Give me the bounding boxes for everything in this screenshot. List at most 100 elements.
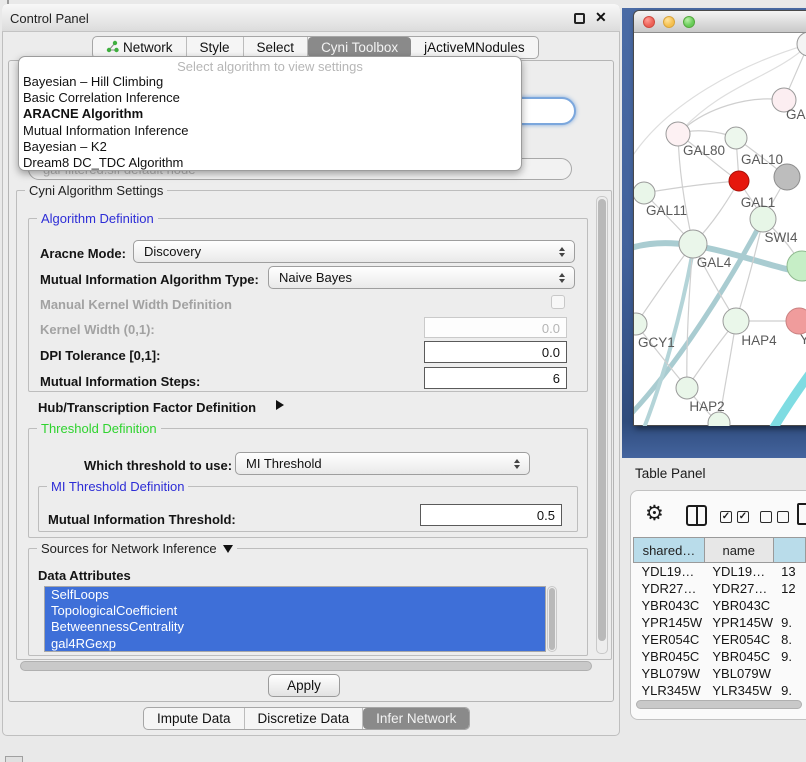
table-cell[interactable]: YER054C [634, 631, 705, 648]
mi-steps-field[interactable]: 6 [424, 367, 567, 389]
table-cell[interactable]: 8. [773, 631, 805, 648]
tab-network[interactable]: Network [93, 37, 187, 58]
table-row[interactable]: YPR145WYPR145W9. [634, 614, 806, 631]
float-window-icon[interactable] [574, 13, 585, 24]
unchecked-checkbox-icon[interactable] [760, 511, 772, 523]
network-node[interactable] [708, 412, 730, 426]
algorithm-option[interactable]: Basic Correlation Inference [19, 90, 521, 106]
table-row[interactable]: YLR345WYLR345W9. [634, 682, 806, 699]
mi-threshold-field[interactable]: 0.5 [420, 504, 562, 526]
table-cell[interactable]: YBL079W [704, 665, 773, 682]
collapse-arrow-icon[interactable] [223, 545, 233, 553]
resize-grip-icon[interactable] [5, 756, 23, 762]
columns-icon[interactable] [686, 505, 707, 526]
table-cell[interactable]: 9. [773, 682, 805, 699]
network-node[interactable] [729, 171, 749, 191]
network-node[interactable] [676, 377, 698, 399]
algorithm-option[interactable]: ARACNE Algorithm [19, 106, 521, 122]
close-traffic-light-icon[interactable] [643, 16, 655, 28]
network-node[interactable] [787, 251, 806, 281]
table-cell[interactable] [773, 597, 805, 614]
settings-vertical-scrollbar[interactable] [596, 196, 608, 654]
which-threshold-select[interactable]: MI Threshold [235, 452, 530, 475]
tab-select[interactable]: Select [244, 37, 309, 58]
close-icon[interactable]: ✕ [595, 9, 607, 26]
network-canvas[interactable]: GALGAL80GAL10GAL11GAL1SWI4GAL4GCY1HAP4YH… [634, 33, 806, 426]
expand-arrow-icon[interactable] [276, 400, 284, 410]
network-node[interactable] [634, 182, 655, 204]
tab-infer-network[interactable]: Infer Network [363, 708, 469, 729]
table-cell[interactable]: YLR345W [704, 682, 773, 699]
table-cell[interactable]: YDL19… [704, 563, 773, 580]
tab-cyni-toolbox[interactable]: Cyni Toolbox [308, 37, 411, 58]
table-row[interactable]: YDR27…YDR27…12 [634, 580, 806, 597]
table-row[interactable]: YDL19…YDL19…13 [634, 563, 806, 580]
column-header[interactable]: name [704, 538, 773, 563]
data-attributes-list[interactable]: SelfLoopsTopologicalCoefficientBetweenne… [44, 586, 546, 652]
table-cell[interactable]: YPR145W [634, 614, 705, 631]
apply-button[interactable]: Apply [268, 674, 340, 697]
network-node[interactable] [723, 308, 749, 334]
table-cell[interactable]: YDR27… [704, 580, 773, 597]
table-cell[interactable]: YBR043C [634, 597, 705, 614]
table-row[interactable]: YBR045CYBR045C9. [634, 648, 806, 665]
minimize-traffic-light-icon[interactable] [663, 16, 675, 28]
document-icon[interactable] [797, 503, 806, 525]
table-row[interactable]: YER054CYER054C8. [634, 631, 806, 648]
table-cell[interactable]: YBR045C [634, 648, 705, 665]
manual-kernel-width-checkbox[interactable] [551, 295, 565, 309]
algorithm-option[interactable]: Mutual Information Inference [19, 123, 521, 139]
attribute-item[interactable]: SelfLoops [45, 587, 545, 603]
tab-jactivemnodules[interactable]: jActiveMNodules [411, 37, 538, 58]
network-node[interactable] [774, 164, 800, 190]
network-window-titlebar[interactable] [634, 11, 806, 33]
table-cell[interactable]: YBL079W [634, 665, 705, 682]
algorithm-option[interactable]: Dream8 DC_TDC Algorithm [19, 155, 521, 171]
aracne-mode-select[interactable]: Discovery [133, 240, 575, 263]
table-cell[interactable]: 13 [773, 563, 805, 580]
attribute-list-scrollbar[interactable] [547, 586, 557, 652]
column-header[interactable] [773, 538, 805, 563]
network-edge[interactable] [752, 363, 806, 426]
settings-horizontal-scrollbar[interactable] [20, 661, 592, 671]
table-cell[interactable]: YBR045C [704, 648, 773, 665]
table-cell[interactable]: 12 [773, 580, 805, 597]
network-edge[interactable] [644, 181, 739, 193]
mi-algorithm-type-select[interactable]: Naive Bayes [268, 266, 575, 289]
scrollbar-thumb[interactable] [549, 588, 555, 650]
table-cell[interactable]: YDR27… [634, 580, 705, 597]
column-header[interactable]: shared… [634, 538, 705, 563]
attribute-item[interactable]: TopologicalCoefficient [45, 603, 545, 619]
dpi-tolerance-field[interactable]: 0.0 [424, 341, 567, 363]
table-horizontal-scrollbar[interactable] [636, 700, 802, 709]
algorithm-option[interactable]: Bayesian – K2 [19, 139, 521, 155]
network-edge[interactable] [736, 219, 763, 321]
attribute-item[interactable]: gal4RGexp [45, 636, 545, 652]
tab-impute-data[interactable]: Impute Data [144, 708, 245, 729]
network-node[interactable] [725, 127, 747, 149]
table-cell[interactable] [773, 665, 805, 682]
table-cell[interactable]: YPR145W [704, 614, 773, 631]
network-node[interactable] [679, 230, 707, 258]
attribute-item[interactable]: BetweennessCentrality [45, 619, 545, 635]
table-cell[interactable]: 9. [773, 614, 805, 631]
checked-checkbox-icon[interactable]: ✓ [737, 511, 749, 523]
algorithm-option[interactable]: Bayesian – Hill Climbing [19, 74, 521, 90]
tab-discretize-data[interactable]: Discretize Data [245, 708, 364, 729]
scrollbar-thumb[interactable] [598, 199, 606, 641]
table-cell[interactable]: 9. [773, 648, 805, 665]
table-row[interactable]: YBR043CYBR043C [634, 597, 806, 614]
table-cell[interactable]: YER054C [704, 631, 773, 648]
kernel-width-field[interactable]: 0.0 [424, 317, 567, 338]
table-cell[interactable]: YDL19… [634, 563, 705, 580]
table-row[interactable]: YBL079WYBL079W [634, 665, 806, 682]
gear-icon[interactable]: ⚙ [645, 501, 664, 526]
network-node[interactable] [786, 308, 806, 334]
table-cell[interactable]: YLR345W [634, 682, 705, 699]
checked-checkbox-icon[interactable]: ✓ [720, 511, 732, 523]
network-node[interactable] [634, 313, 647, 335]
table-cell[interactable]: YBR043C [704, 597, 773, 614]
zoom-traffic-light-icon[interactable] [683, 16, 695, 28]
tab-style[interactable]: Style [187, 37, 244, 58]
unchecked-checkbox-icon[interactable] [777, 511, 789, 523]
